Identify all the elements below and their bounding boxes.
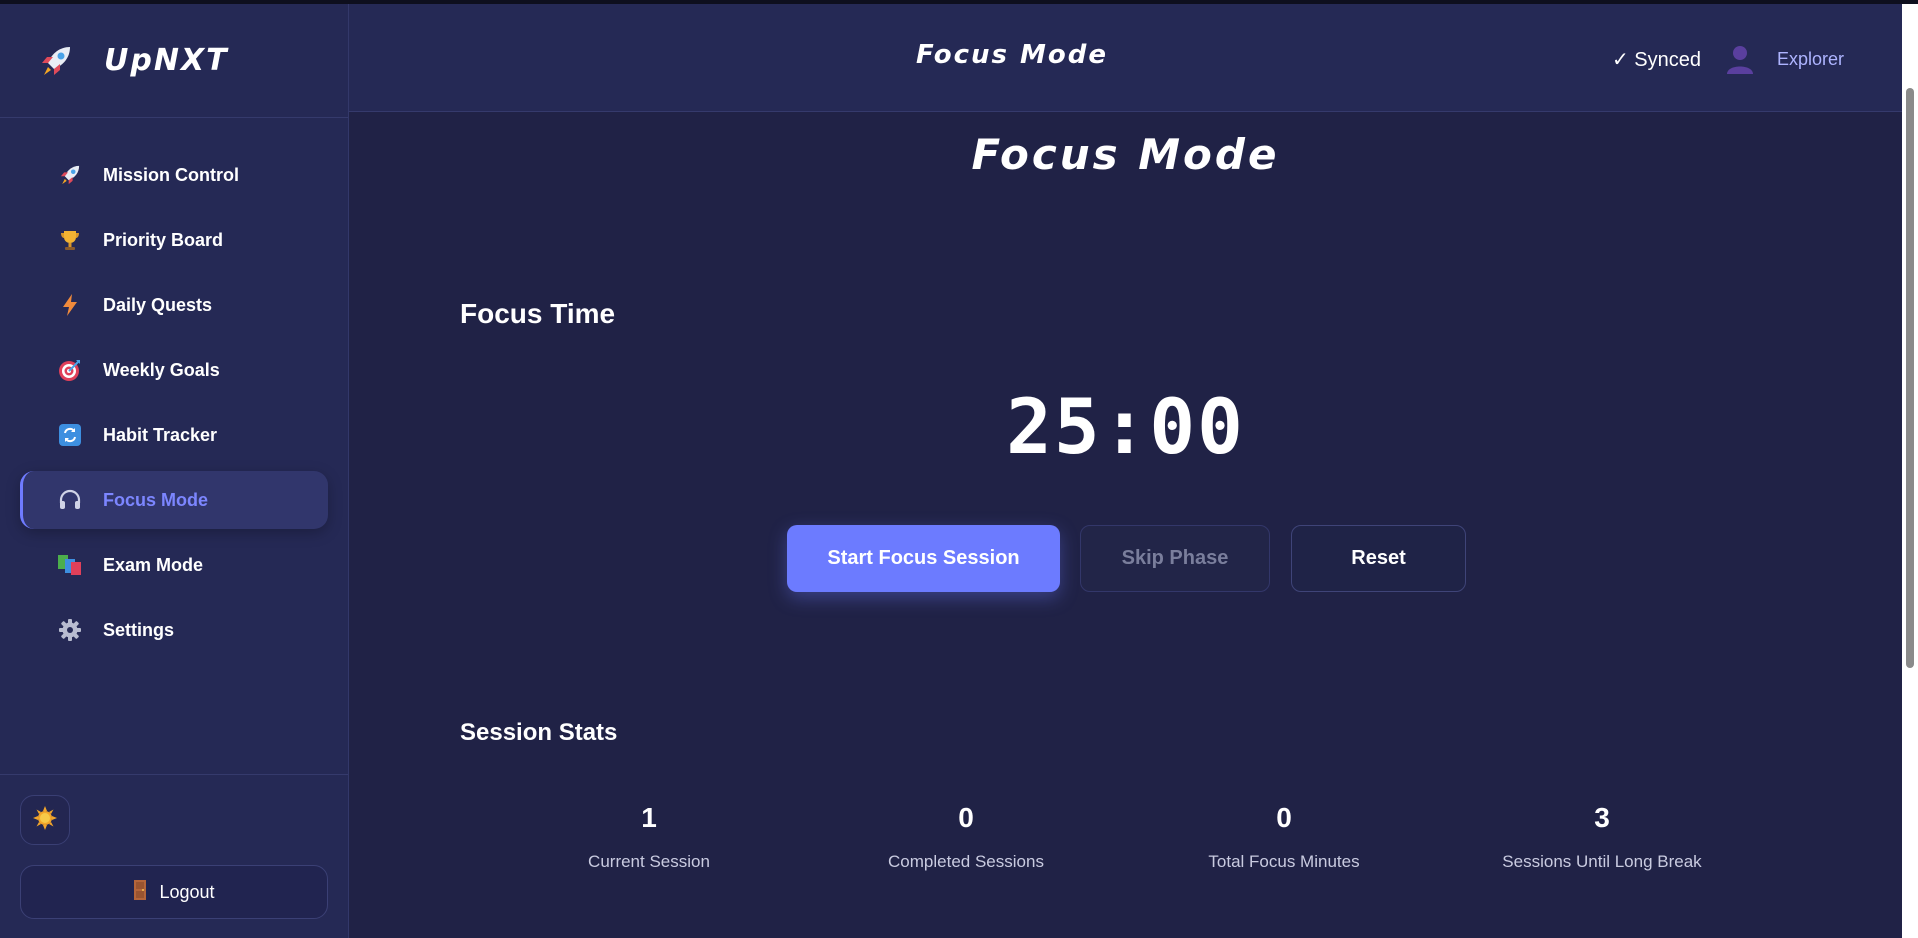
sidebar-item-priority-board[interactable]: Priority Board [20,211,328,269]
sidebar-item-weekly-goals[interactable]: Weekly Goals [20,341,328,399]
target-icon [55,355,85,385]
app-name: UpNXT [104,43,229,78]
trophy-icon [55,225,85,255]
sidebar-item-label: Daily Quests [103,294,213,315]
sidebar-item-label: Mission Control [103,164,239,185]
rocket-icon [55,160,85,190]
user-name[interactable]: Explorer [1777,49,1844,70]
gear-icon [55,615,85,645]
page-title: Focus Mode [971,130,1280,179]
phase-title: Focus Time [460,298,616,329]
main-content: Focus Mode Focus Time 25:00 Start Focus … [349,112,1902,938]
sidebar-nav: Mission Control Priority Board Daily Que… [0,118,348,659]
rocket-logo-icon [34,39,78,83]
stat-current-session: 1 Current Session [499,802,799,872]
timer-display: 25:00 [1006,382,1245,471]
sidebar-item-label: Focus Mode [103,489,209,510]
sidebar-item-habit-tracker[interactable]: Habit Tracker [20,406,328,464]
stat-value: 0 [958,802,974,833]
stat-label: Total Focus Minutes [1208,852,1360,871]
stat-label: Current Session [588,852,710,871]
stat-sessions-until-long-break: 3 Sessions Until Long Break [1452,802,1752,872]
stat-label: Completed Sessions [888,852,1044,871]
theme-toggle-button[interactable] [20,795,70,845]
headphones-icon [55,485,85,515]
stat-value: 3 [1594,802,1610,833]
sidebar-item-settings[interactable]: Settings [20,601,328,659]
sync-status: ✓ Synced [1611,48,1701,71]
reset-button[interactable]: Reset [1291,525,1466,592]
lightning-icon [55,290,85,320]
scrollbar-thumb[interactable] [1906,88,1914,668]
start-focus-session-button[interactable]: Start Focus Session [787,525,1060,592]
sidebar-item-focus-mode[interactable]: Focus Mode [20,471,328,529]
user-icon[interactable] [1723,42,1757,76]
sidebar-item-label: Settings [103,619,175,640]
sun-icon [32,805,58,836]
skip-phase-button[interactable]: Skip Phase [1080,525,1270,592]
books-icon [55,550,85,580]
stats-title: Session Stats [460,719,618,746]
sidebar: UpNXT Mission Control Priority Board Dai… [0,4,349,938]
header-user-area: ✓ Synced Explorer [1612,42,1844,76]
sidebar-item-label: Priority Board [103,229,224,250]
repeat-icon [55,420,85,450]
brand[interactable]: UpNXT [0,4,348,118]
sidebar-item-exam-mode[interactable]: Exam Mode [20,536,328,594]
vertical-scrollbar[interactable] [1902,4,1918,938]
sidebar-footer: Logout [0,774,348,919]
stat-label: Sessions Until Long Break [1502,852,1702,871]
logout-label: Logout [159,881,215,902]
logout-button[interactable]: Logout [20,865,328,919]
sidebar-item-mission-control[interactable]: Mission Control [20,146,328,204]
door-icon [133,879,147,906]
top-header: Focus Mode ✓ Synced Explorer [349,4,1902,112]
sidebar-item-label: Exam Mode [103,554,204,575]
sidebar-item-label: Habit Tracker [103,424,218,445]
stat-value: 1 [641,802,657,833]
header-title: Focus Mode [915,40,1109,70]
stat-completed-sessions: 0 Completed Sessions [816,802,1116,872]
sidebar-item-daily-quests[interactable]: Daily Quests [20,276,328,334]
stat-total-focus-minutes: 0 Total Focus Minutes [1134,802,1434,872]
stat-value: 0 [1276,802,1292,833]
sidebar-item-label: Weekly Goals [103,359,220,380]
